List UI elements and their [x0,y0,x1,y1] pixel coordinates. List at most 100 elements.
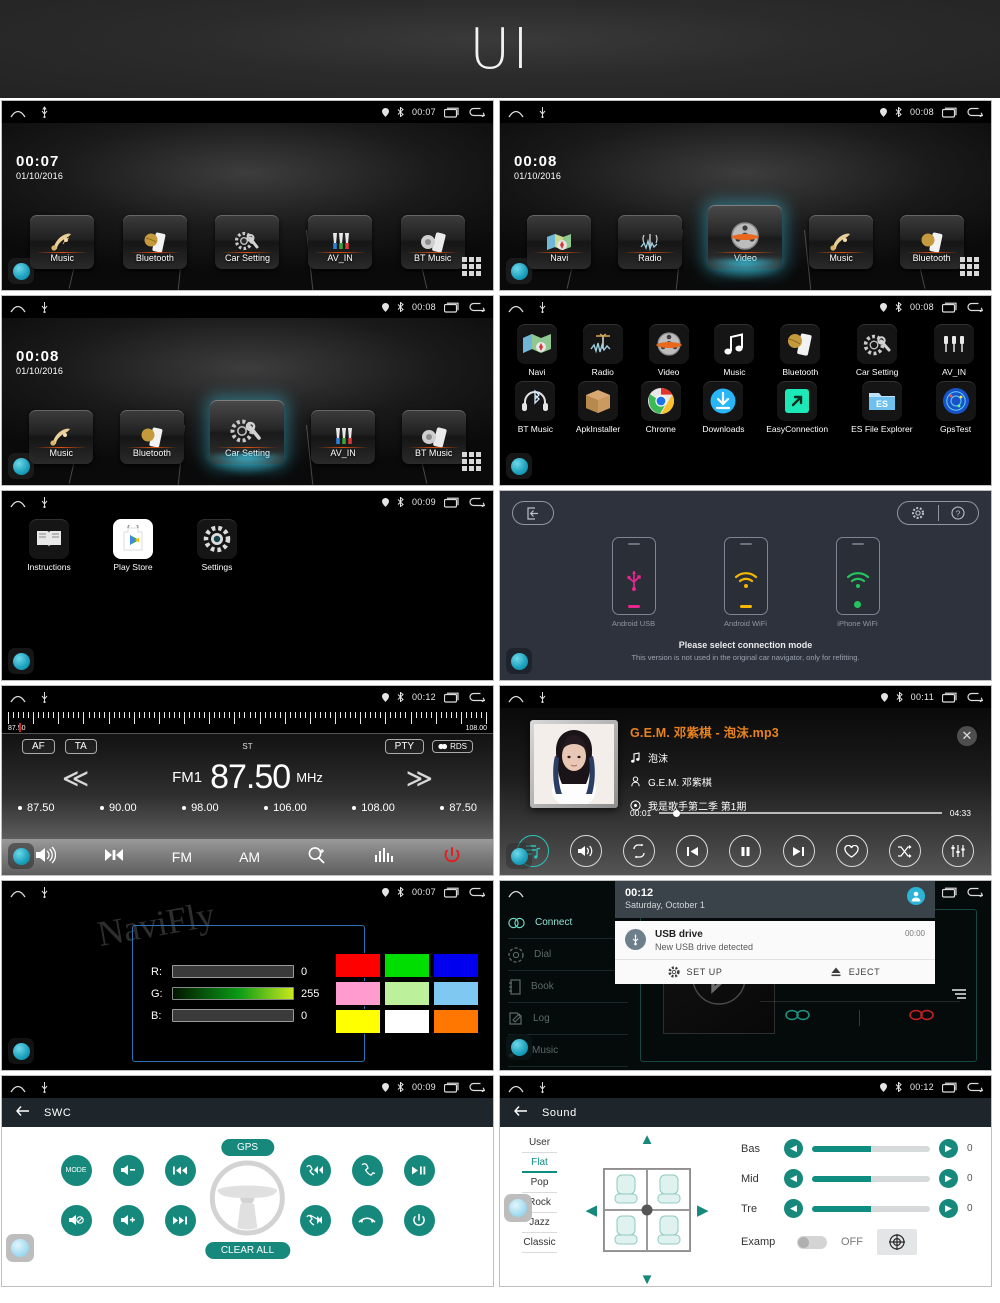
help-icon[interactable]: ? [939,506,979,520]
back-arrow-icon[interactable] [514,1104,528,1122]
call-end-icon[interactable] [908,1008,936,1027]
call-end-button[interactable] [351,1204,383,1236]
swatch-light-green[interactable] [384,981,431,1006]
treble-decrease-button[interactable]: ◀ [784,1199,803,1218]
menu-lines-icon[interactable] [950,987,968,1005]
back-icon[interactable] [468,887,485,898]
tile-car-setting[interactable]: Car Setting [215,215,280,269]
app-easyconnection[interactable]: EasyConnection [755,381,839,434]
call-previous-button[interactable] [299,1154,331,1186]
app-bluetooth[interactable]: Bluetooth [769,324,831,377]
recents-icon[interactable] [942,692,958,703]
home-icon[interactable] [10,497,26,508]
mode-button[interactable]: MODE [60,1154,92,1186]
back-arrow-icon[interactable] [16,1104,30,1122]
pause-icon[interactable] [729,835,762,867]
back-icon[interactable] [468,107,485,118]
call-answer-button[interactable] [351,1154,383,1186]
bt-item-log[interactable]: Log [508,1003,628,1035]
recents-icon[interactable] [444,302,460,313]
gps-button[interactable]: GPS [220,1139,275,1156]
app-drawer-button[interactable] [462,257,481,276]
equalizer-icon[interactable] [374,847,396,868]
tile-bluetooth[interactable]: Bluetooth [899,215,964,269]
progress-bar[interactable] [659,809,942,817]
avatar[interactable] [907,887,925,905]
exit-icon[interactable] [512,501,554,525]
seat-rear-right[interactable] [647,1209,690,1251]
preset-4[interactable]: 106.00 [264,802,307,814]
home-icon[interactable] [10,302,26,313]
bass-slider[interactable] [812,1145,930,1152]
close-icon[interactable]: ✕ [957,726,977,746]
mode-iphone-wifi[interactable]: iPhone WiFi [835,537,880,628]
preset-5[interactable]: 108.00 [352,802,395,814]
fm-button[interactable]: FM [172,849,192,865]
tile-bluetooth[interactable]: Bluetooth [122,215,187,269]
fader-position-dot[interactable] [641,1204,653,1215]
swatch-blue[interactable] [433,953,480,978]
fader-left-arrow[interactable]: ◀ [585,1201,597,1219]
preset-2[interactable]: 90.00 [100,802,137,814]
bass-increase-button[interactable]: ▶ [939,1139,958,1158]
equalizer-icon[interactable] [942,835,975,867]
bt-item-connect[interactable]: Connect [508,907,628,939]
home-icon[interactable] [10,692,26,703]
search-plus-icon[interactable] [307,846,327,869]
app-es-file-explorer[interactable]: ES ES File Explorer [840,381,924,434]
seat-front-right[interactable] [647,1168,690,1210]
tune-down-button[interactable]: ≪ [62,765,89,791]
previous-icon[interactable] [676,835,709,867]
green-slider-row[interactable]: G: 255 [151,987,319,1000]
power-icon[interactable] [443,846,461,869]
home-icon[interactable] [10,107,26,118]
recents-icon[interactable] [942,302,958,313]
seat-grid[interactable] [603,1167,691,1252]
home-orb-button[interactable] [506,453,532,479]
recents-icon[interactable] [942,887,958,898]
treble-increase-button[interactable]: ▶ [939,1199,958,1218]
play-pause-button[interactable] [403,1154,435,1186]
setup-action[interactable]: SET UP [615,966,775,978]
call-answer-icon[interactable] [784,1008,812,1027]
recents-icon[interactable] [444,887,460,898]
frequency-scale[interactable]: 87.50 108.00 [2,708,493,734]
tune-up-button[interactable]: ≫ [406,765,433,791]
tile-av-in[interactable]: AV_IN [311,410,376,464]
red-slider[interactable] [172,965,294,978]
tile-navi[interactable]: Navi [527,215,592,269]
swatch-green[interactable] [384,953,431,978]
swatch-red[interactable] [335,953,382,978]
bt-item-dial[interactable]: Dial [508,939,628,971]
home-orb-button[interactable] [506,258,532,284]
progress-row[interactable]: 00:01 04:33 [630,808,971,818]
app-gpstest[interactable]: GpsTest [925,381,987,434]
mute-button[interactable] [60,1204,92,1236]
notification-card[interactable]: USB drive New USB drive detected 00:00 S… [615,921,935,984]
home-orb-button[interactable] [506,1034,532,1060]
back-icon[interactable] [468,497,485,508]
back-icon[interactable] [966,302,983,313]
tile-bt-music[interactable]: BT Music [401,410,466,464]
target-icon[interactable] [877,1229,917,1255]
back-icon[interactable] [468,692,485,703]
clear-all-button[interactable]: CLEAR ALL [204,1242,291,1259]
bt-item-book[interactable]: Book [508,971,628,1003]
treble-slider[interactable] [812,1205,930,1212]
app-drawer-button[interactable] [462,452,481,471]
app-apkinstaller[interactable]: ApkInstaller [567,381,629,434]
mode-android-wifi[interactable]: Android WiFi [723,537,768,628]
mode-android-usb[interactable]: Android USB [611,537,656,628]
back-icon[interactable] [468,1082,485,1093]
gear-icon[interactable] [898,506,938,520]
tile-bt-music[interactable]: BT Music [400,215,465,269]
app-bt-music[interactable]: BT Music [504,381,566,434]
app-radio[interactable]: Radio [572,324,634,377]
home-orb-button[interactable] [8,843,34,869]
app-instructions[interactable]: Instructions [18,519,80,572]
swatch-pink[interactable] [335,981,382,1006]
back-icon[interactable] [966,1082,983,1093]
mid-increase-button[interactable]: ▶ [939,1169,958,1188]
fader-right-arrow[interactable]: ▶ [697,1201,709,1219]
repeat-icon[interactable] [623,835,656,867]
